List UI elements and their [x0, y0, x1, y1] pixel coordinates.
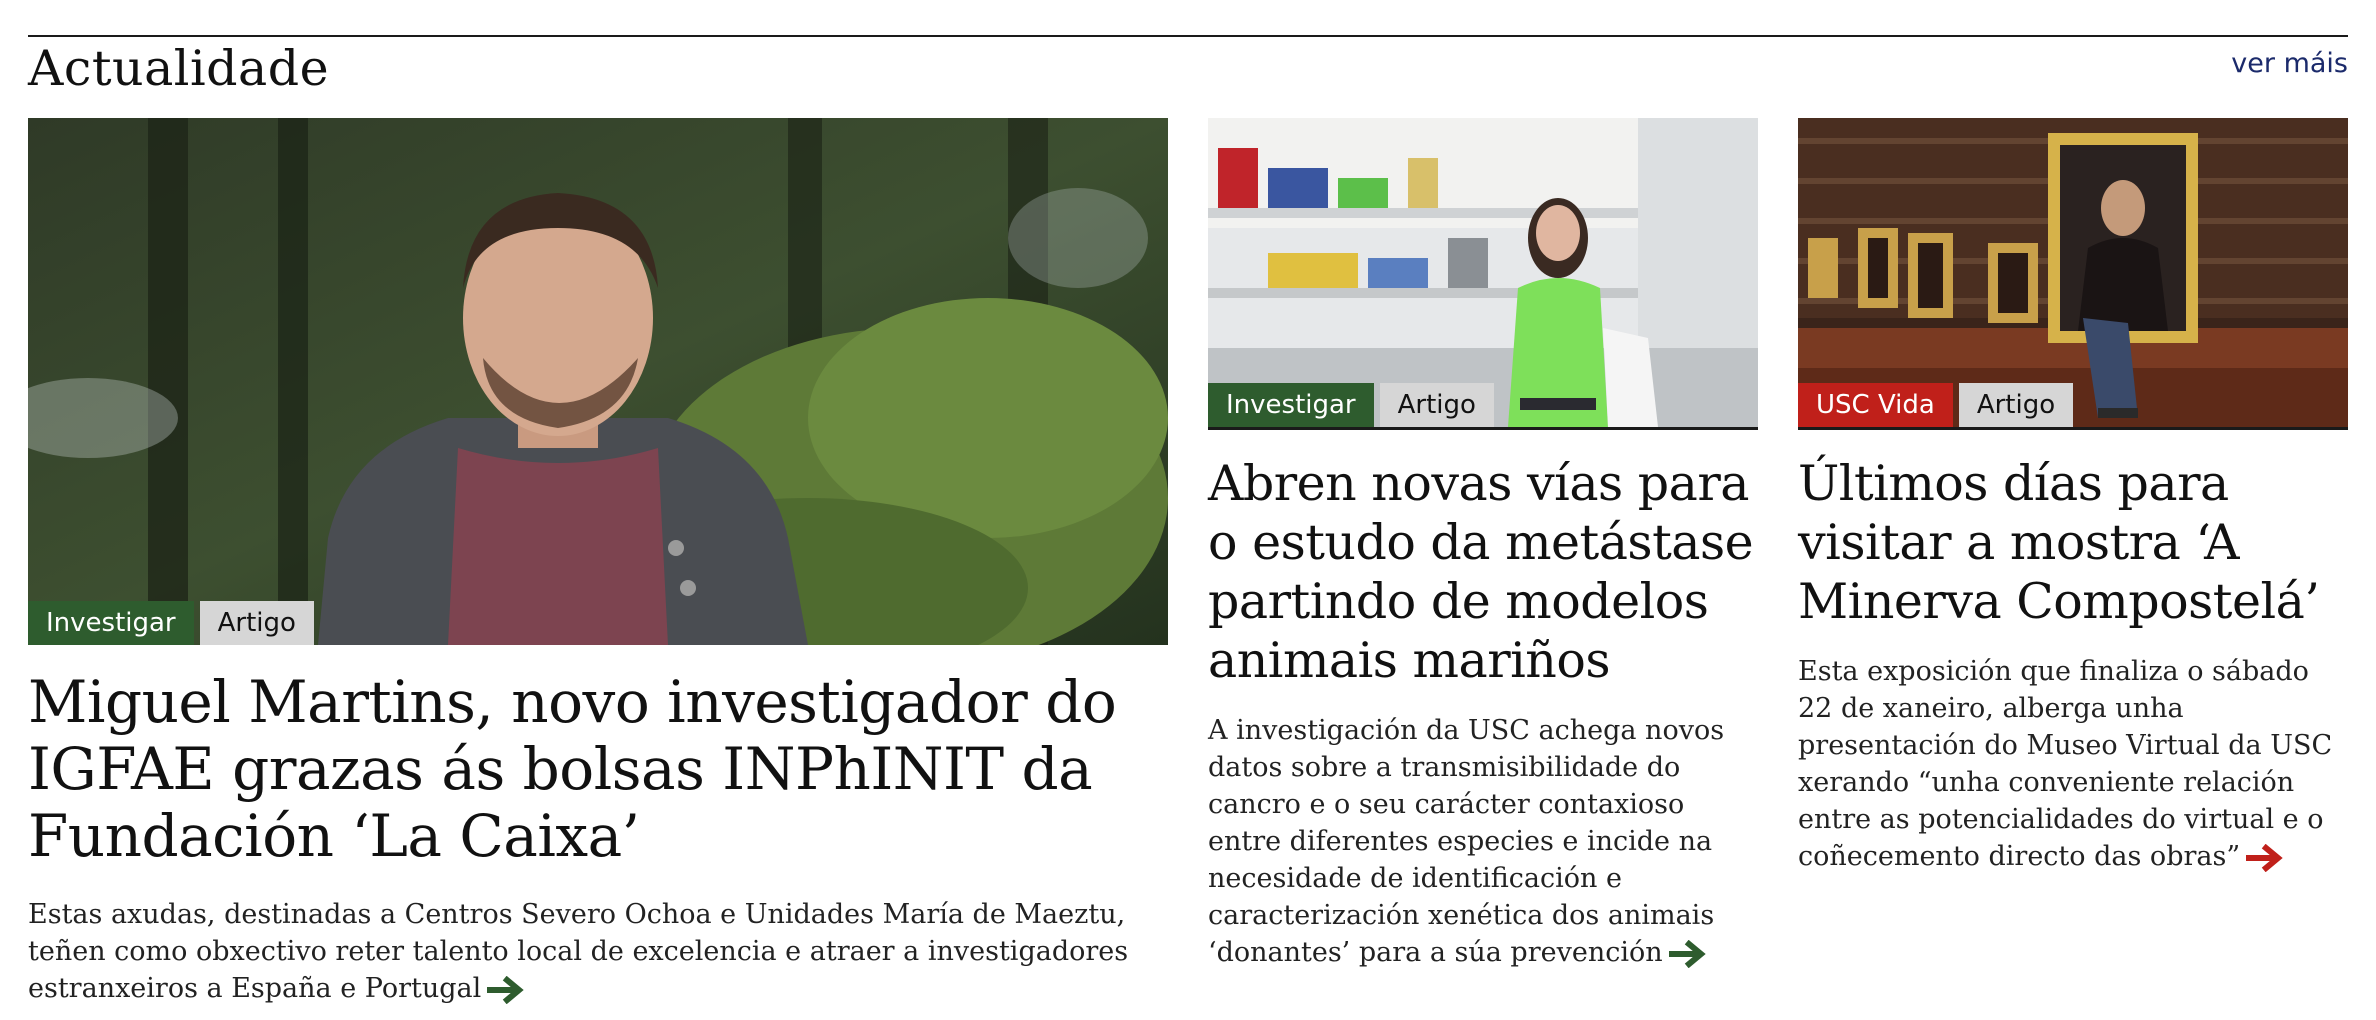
tag-type[interactable]: Artigo: [1379, 383, 1494, 427]
arrow-right-icon[interactable]: [2246, 843, 2286, 872]
news-description-text: A investigación da USC achega novos dato…: [1208, 715, 1725, 968]
section-title: Actualidade: [28, 40, 330, 97]
arrow-right-icon[interactable]: [487, 975, 527, 1004]
news-description: Esta exposición que finaliza o sábado 22…: [1798, 653, 2348, 875]
news-image[interactable]: Investigar Artigo: [28, 118, 1168, 645]
tag-category[interactable]: Investigar: [28, 601, 194, 645]
lab-photo: [1208, 118, 1758, 427]
news-headline[interactable]: Miguel Martins, novo investigador do IGF…: [28, 669, 1168, 870]
section-divider: [28, 35, 2348, 37]
news-card[interactable]: USC Vida Artigo Últimos días para visita…: [1798, 118, 2348, 875]
news-description-text: Esta exposición que finaliza o sábado 22…: [1798, 656, 2333, 872]
tag-category[interactable]: Investigar: [1208, 383, 1374, 427]
tag-list: Investigar Artigo: [1208, 383, 1494, 427]
see-more-link[interactable]: ver máis: [2231, 48, 2348, 79]
arrow-right-icon[interactable]: [1668, 939, 1709, 968]
news-image[interactable]: USC Vida Artigo: [1798, 118, 2348, 430]
news-image[interactable]: Investigar Artigo: [1208, 118, 1758, 430]
news-description: Estas axudas, destinadas a Centros Sever…: [28, 896, 1168, 1007]
portrait-photo: [28, 118, 1168, 645]
news-headline[interactable]: Últimos días para visitar a mostra ‘A Mi…: [1798, 454, 2348, 631]
museum-photo: [1798, 118, 2348, 427]
tag-type[interactable]: Artigo: [1958, 383, 2074, 427]
news-description: A investigación da USC achega novos dato…: [1208, 712, 1758, 971]
news-card-featured[interactable]: Investigar Artigo Miguel Martins, novo i…: [28, 118, 1168, 1007]
news-headline[interactable]: Abren novas vías para o estudo da metást…: [1208, 454, 1758, 690]
tag-category[interactable]: USC Vida: [1798, 383, 1953, 427]
tag-type[interactable]: Artigo: [199, 601, 314, 645]
news-card[interactable]: Investigar Artigo Abren novas vías para …: [1208, 118, 1758, 971]
tag-list: Investigar Artigo: [28, 601, 314, 645]
tag-list: USC Vida Artigo: [1798, 383, 2074, 427]
news-description-text: Estas axudas, destinadas a Centros Sever…: [28, 899, 1129, 1004]
